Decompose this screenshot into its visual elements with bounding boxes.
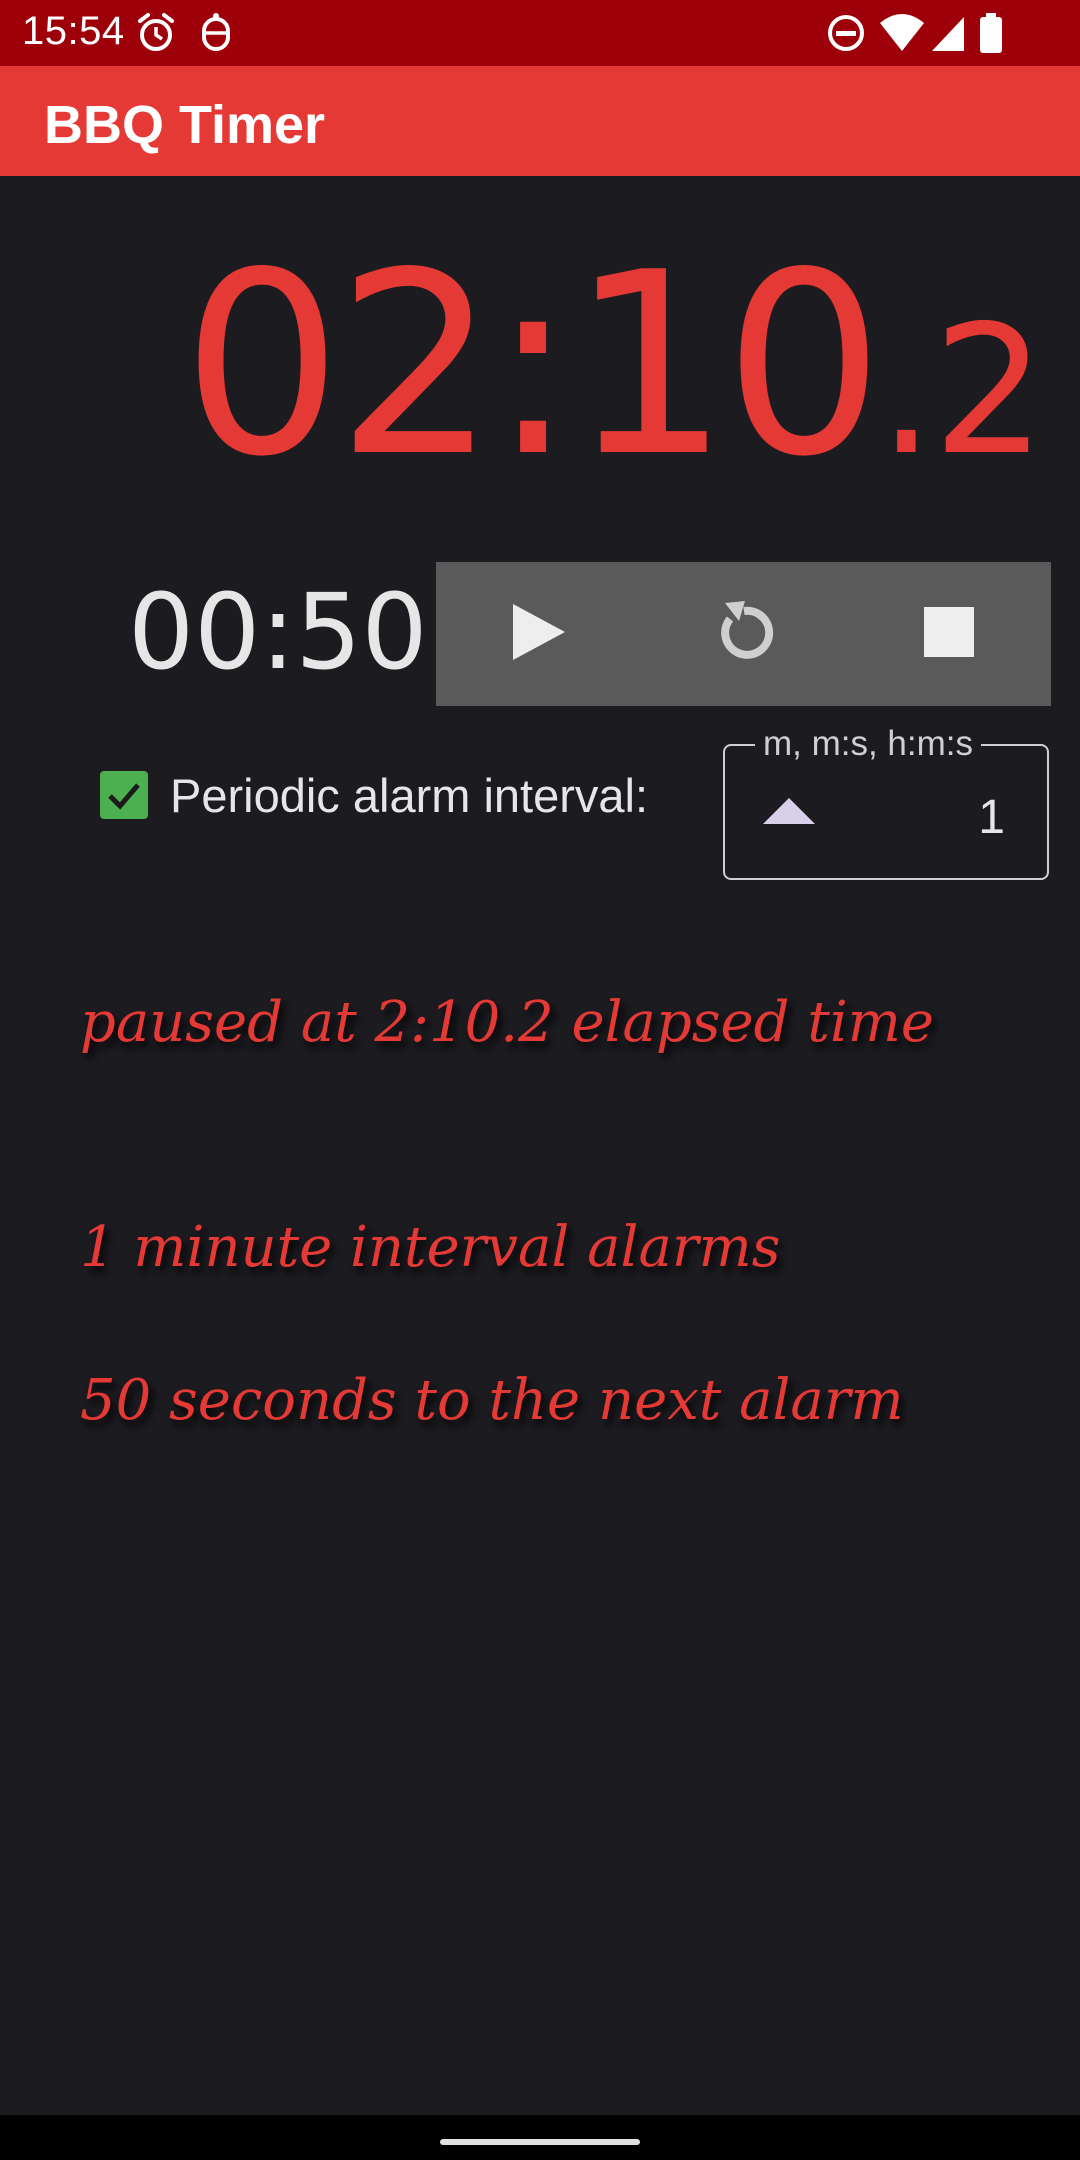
elapsed-time-main: 02:10	[181, 219, 884, 512]
play-icon	[509, 600, 569, 669]
reset-icon	[709, 597, 779, 672]
stop-button[interactable]	[846, 562, 1051, 706]
notification-icon	[198, 11, 234, 60]
stop-icon	[922, 605, 976, 664]
status-message-paused: paused at 2:10.2 elapsed time	[80, 990, 934, 1055]
checkmark-icon	[108, 783, 140, 810]
interval-value: 1	[978, 791, 1005, 844]
navigation-bar	[0, 2115, 1080, 2160]
dropdown-arrow-icon[interactable]	[761, 796, 817, 831]
countdown-display: 00:50	[128, 571, 428, 693]
app-bar: BBQ Timer	[0, 66, 1080, 176]
cellular-signal-icon	[928, 11, 968, 60]
reset-button[interactable]	[641, 562, 846, 706]
wifi-icon	[878, 11, 926, 60]
status-message-next-alarm: 50 seconds to the next alarm	[80, 1368, 904, 1433]
play-button[interactable]	[436, 562, 641, 706]
app-title: BBQ Timer	[44, 95, 326, 155]
timer-controls	[436, 562, 1051, 706]
interval-field-label: m, m:s, h:m:s	[755, 724, 981, 764]
periodic-alarm-checkbox[interactable]	[100, 771, 148, 819]
do-not-disturb-icon	[826, 11, 866, 60]
interval-field[interactable]: m, m:s, h:m:s 1	[723, 724, 1049, 880]
status-time: 15:54	[22, 9, 125, 53]
battery-icon	[978, 11, 1004, 60]
status-bar: 15:54	[0, 0, 1080, 66]
home-gesture-handle[interactable]	[440, 2139, 640, 2145]
periodic-alarm-label: Periodic alarm interval:	[170, 769, 649, 822]
elapsed-time-display: 02:10.2	[182, 240, 1046, 494]
elapsed-time-fraction: .2	[878, 287, 1046, 494]
alarm-clock-icon	[136, 11, 176, 60]
status-message-interval: 1 minute interval alarms	[80, 1215, 781, 1280]
